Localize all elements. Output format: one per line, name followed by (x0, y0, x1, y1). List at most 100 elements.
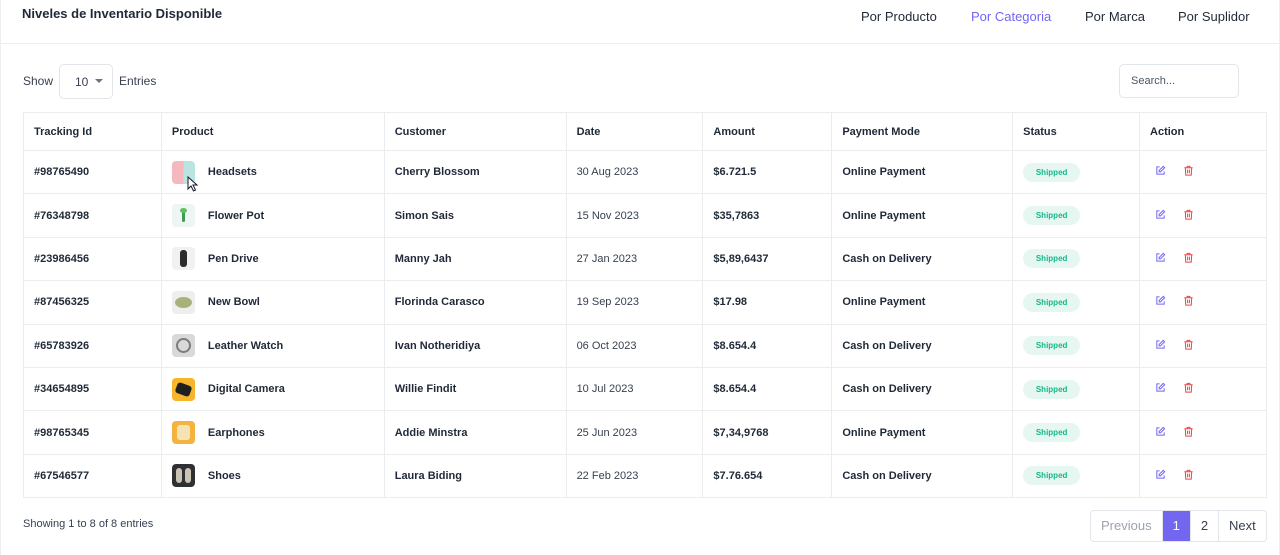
date-cell: 25 Jun 2023 (565, 410, 704, 455)
column-header-tracking-id: Tracking Id (23, 112, 162, 151)
table-row: #76348798 Flower Pot Simon Sais 15 Nov 2… (23, 193, 1267, 238)
edit-icon[interactable] (1155, 295, 1166, 306)
payment-mode-cell: Cash on Delivery (831, 323, 1014, 368)
customer-cell: Cherry Blossom (383, 149, 567, 195)
action-cell (1139, 280, 1267, 325)
payment-mode-cell: Cash on Delivery (831, 366, 1014, 412)
pagination-page-2[interactable]: 2 (1189, 511, 1218, 541)
status-cell: Shipped (1012, 149, 1141, 195)
status-cell: Shipped (1012, 280, 1141, 325)
product-cell: Digital Camera (160, 366, 385, 412)
mouse-pointer-icon (187, 176, 199, 192)
status-badge: Shipped (1023, 249, 1081, 269)
product-thumbnail (171, 464, 195, 488)
tab-bar: Por Producto Por Categoria Por Marca Por… (1, 9, 1280, 29)
trash-icon[interactable] (1183, 382, 1194, 393)
trash-icon[interactable] (1183, 295, 1194, 306)
tab-por-marca[interactable]: Por Marca (1085, 9, 1145, 24)
trash-icon[interactable] (1183, 165, 1194, 176)
amount-cell: $17.98 (702, 280, 833, 325)
trash-icon[interactable] (1183, 252, 1194, 263)
edit-icon[interactable] (1155, 469, 1166, 480)
tracking-id-cell: #34654895 (23, 366, 162, 412)
product-name: Flower Pot (207, 209, 265, 222)
customer-cell: Laura Biding (383, 453, 567, 499)
date-cell: 22 Feb 2023 (565, 453, 704, 499)
tracking-id-cell: #76348798 (23, 193, 162, 238)
status-badge: Shipped (1023, 466, 1081, 486)
table-header-row: Tracking Id Product Customer Date Amount… (23, 112, 1267, 151)
table-body: #98765490 Headsets Cherry Blossom 30 Aug… (23, 149, 1267, 499)
edit-icon[interactable] (1155, 209, 1166, 220)
product-cell: Flower Pot (160, 193, 385, 238)
action-cell (1139, 453, 1267, 499)
product-cell: Shoes (160, 453, 385, 499)
action-cell (1139, 410, 1267, 455)
customer-cell: Addie Minstra (383, 410, 567, 455)
action-cell (1139, 193, 1267, 238)
entries-info: Showing 1 to 8 of 8 entries (23, 518, 154, 530)
column-header-customer: Customer (383, 112, 567, 151)
table-row: #65783926 Leather Watch Ivan Notheridiya… (23, 323, 1267, 368)
pagination-next[interactable]: Next (1218, 511, 1266, 541)
edit-icon[interactable] (1155, 382, 1166, 393)
orders-table: Tracking Id Product Customer Date Amount… (23, 112, 1267, 499)
customer-cell: Simon Sais (383, 193, 567, 238)
search-input[interactable] (1119, 64, 1239, 98)
amount-cell: $8.654.4 (702, 323, 833, 368)
edit-icon[interactable] (1155, 426, 1166, 437)
status-cell: Shipped (1012, 323, 1141, 368)
table-row: #98765345 Earphones Addie Minstra 25 Jun… (23, 410, 1267, 455)
status-badge: Shipped (1023, 423, 1081, 443)
product-cell: Pen Drive (160, 236, 385, 282)
action-cell (1139, 323, 1267, 368)
pagination: Previous 1 2 Next (1090, 510, 1267, 542)
status-cell: Shipped (1012, 453, 1141, 499)
tab-por-producto[interactable]: Por Producto (861, 9, 937, 24)
pagination-previous[interactable]: Previous (1091, 511, 1162, 541)
date-cell: 19 Sep 2023 (565, 280, 704, 325)
trash-icon[interactable] (1183, 426, 1194, 437)
status-cell: Shipped (1012, 236, 1141, 282)
table-row: #34654895 Digital Camera Willie Findit 1… (23, 366, 1267, 412)
amount-cell: $7.76.654 (702, 453, 833, 499)
status-badge: Shipped (1023, 292, 1081, 312)
date-cell: 10 Jul 2023 (565, 366, 704, 412)
trash-icon[interactable] (1183, 469, 1194, 480)
column-header-payment-mode: Payment Mode (831, 112, 1014, 151)
status-cell: Shipped (1012, 410, 1141, 455)
customer-cell: Ivan Notheridiya (383, 323, 567, 368)
table-row: #23986456 Pen Drive Manny Jah 27 Jan 202… (23, 236, 1267, 282)
product-cell: Leather Watch (160, 323, 385, 368)
table-row: #87456325 New Bowl Florinda Carasco 19 S… (23, 280, 1267, 325)
table-row: #98765490 Headsets Cherry Blossom 30 Aug… (23, 149, 1267, 195)
entries-select[interactable]: 10 (59, 64, 113, 99)
column-header-amount: Amount (702, 112, 833, 151)
trash-icon[interactable] (1183, 209, 1194, 220)
tab-por-suplidor[interactable]: Por Suplidor (1178, 9, 1250, 24)
payment-mode-cell: Online Payment (831, 149, 1014, 195)
tracking-id-cell: #23986456 (23, 236, 162, 282)
edit-icon[interactable] (1155, 252, 1166, 263)
customer-cell: Manny Jah (383, 236, 567, 282)
amount-cell: $5,89,6437 (702, 236, 833, 282)
table-row: #67546577 Shoes Laura Biding 22 Feb 2023… (23, 453, 1267, 499)
payment-mode-cell: Online Payment (831, 410, 1014, 455)
action-cell (1139, 236, 1267, 282)
edit-icon[interactable] (1155, 165, 1166, 176)
product-cell: Earphones (160, 410, 385, 455)
tab-por-categoria[interactable]: Por Categoria (971, 9, 1051, 24)
card-header: Niveles de Inventario Disponible Por Pro… (1, 0, 1280, 44)
trash-icon[interactable] (1183, 339, 1194, 350)
action-cell (1139, 149, 1267, 195)
payment-mode-cell: Online Payment (831, 193, 1014, 238)
column-header-date: Date (565, 112, 704, 151)
amount-cell: $7,34,9768 (702, 410, 833, 455)
status-cell: Shipped (1012, 366, 1141, 412)
chevron-down-icon (95, 79, 103, 83)
tracking-id-cell: #98765345 (23, 410, 162, 455)
edit-icon[interactable] (1155, 339, 1166, 350)
pagination-page-1[interactable]: 1 (1161, 511, 1190, 541)
product-name: Pen Drive (207, 252, 259, 265)
tracking-id-cell: #65783926 (23, 323, 162, 368)
